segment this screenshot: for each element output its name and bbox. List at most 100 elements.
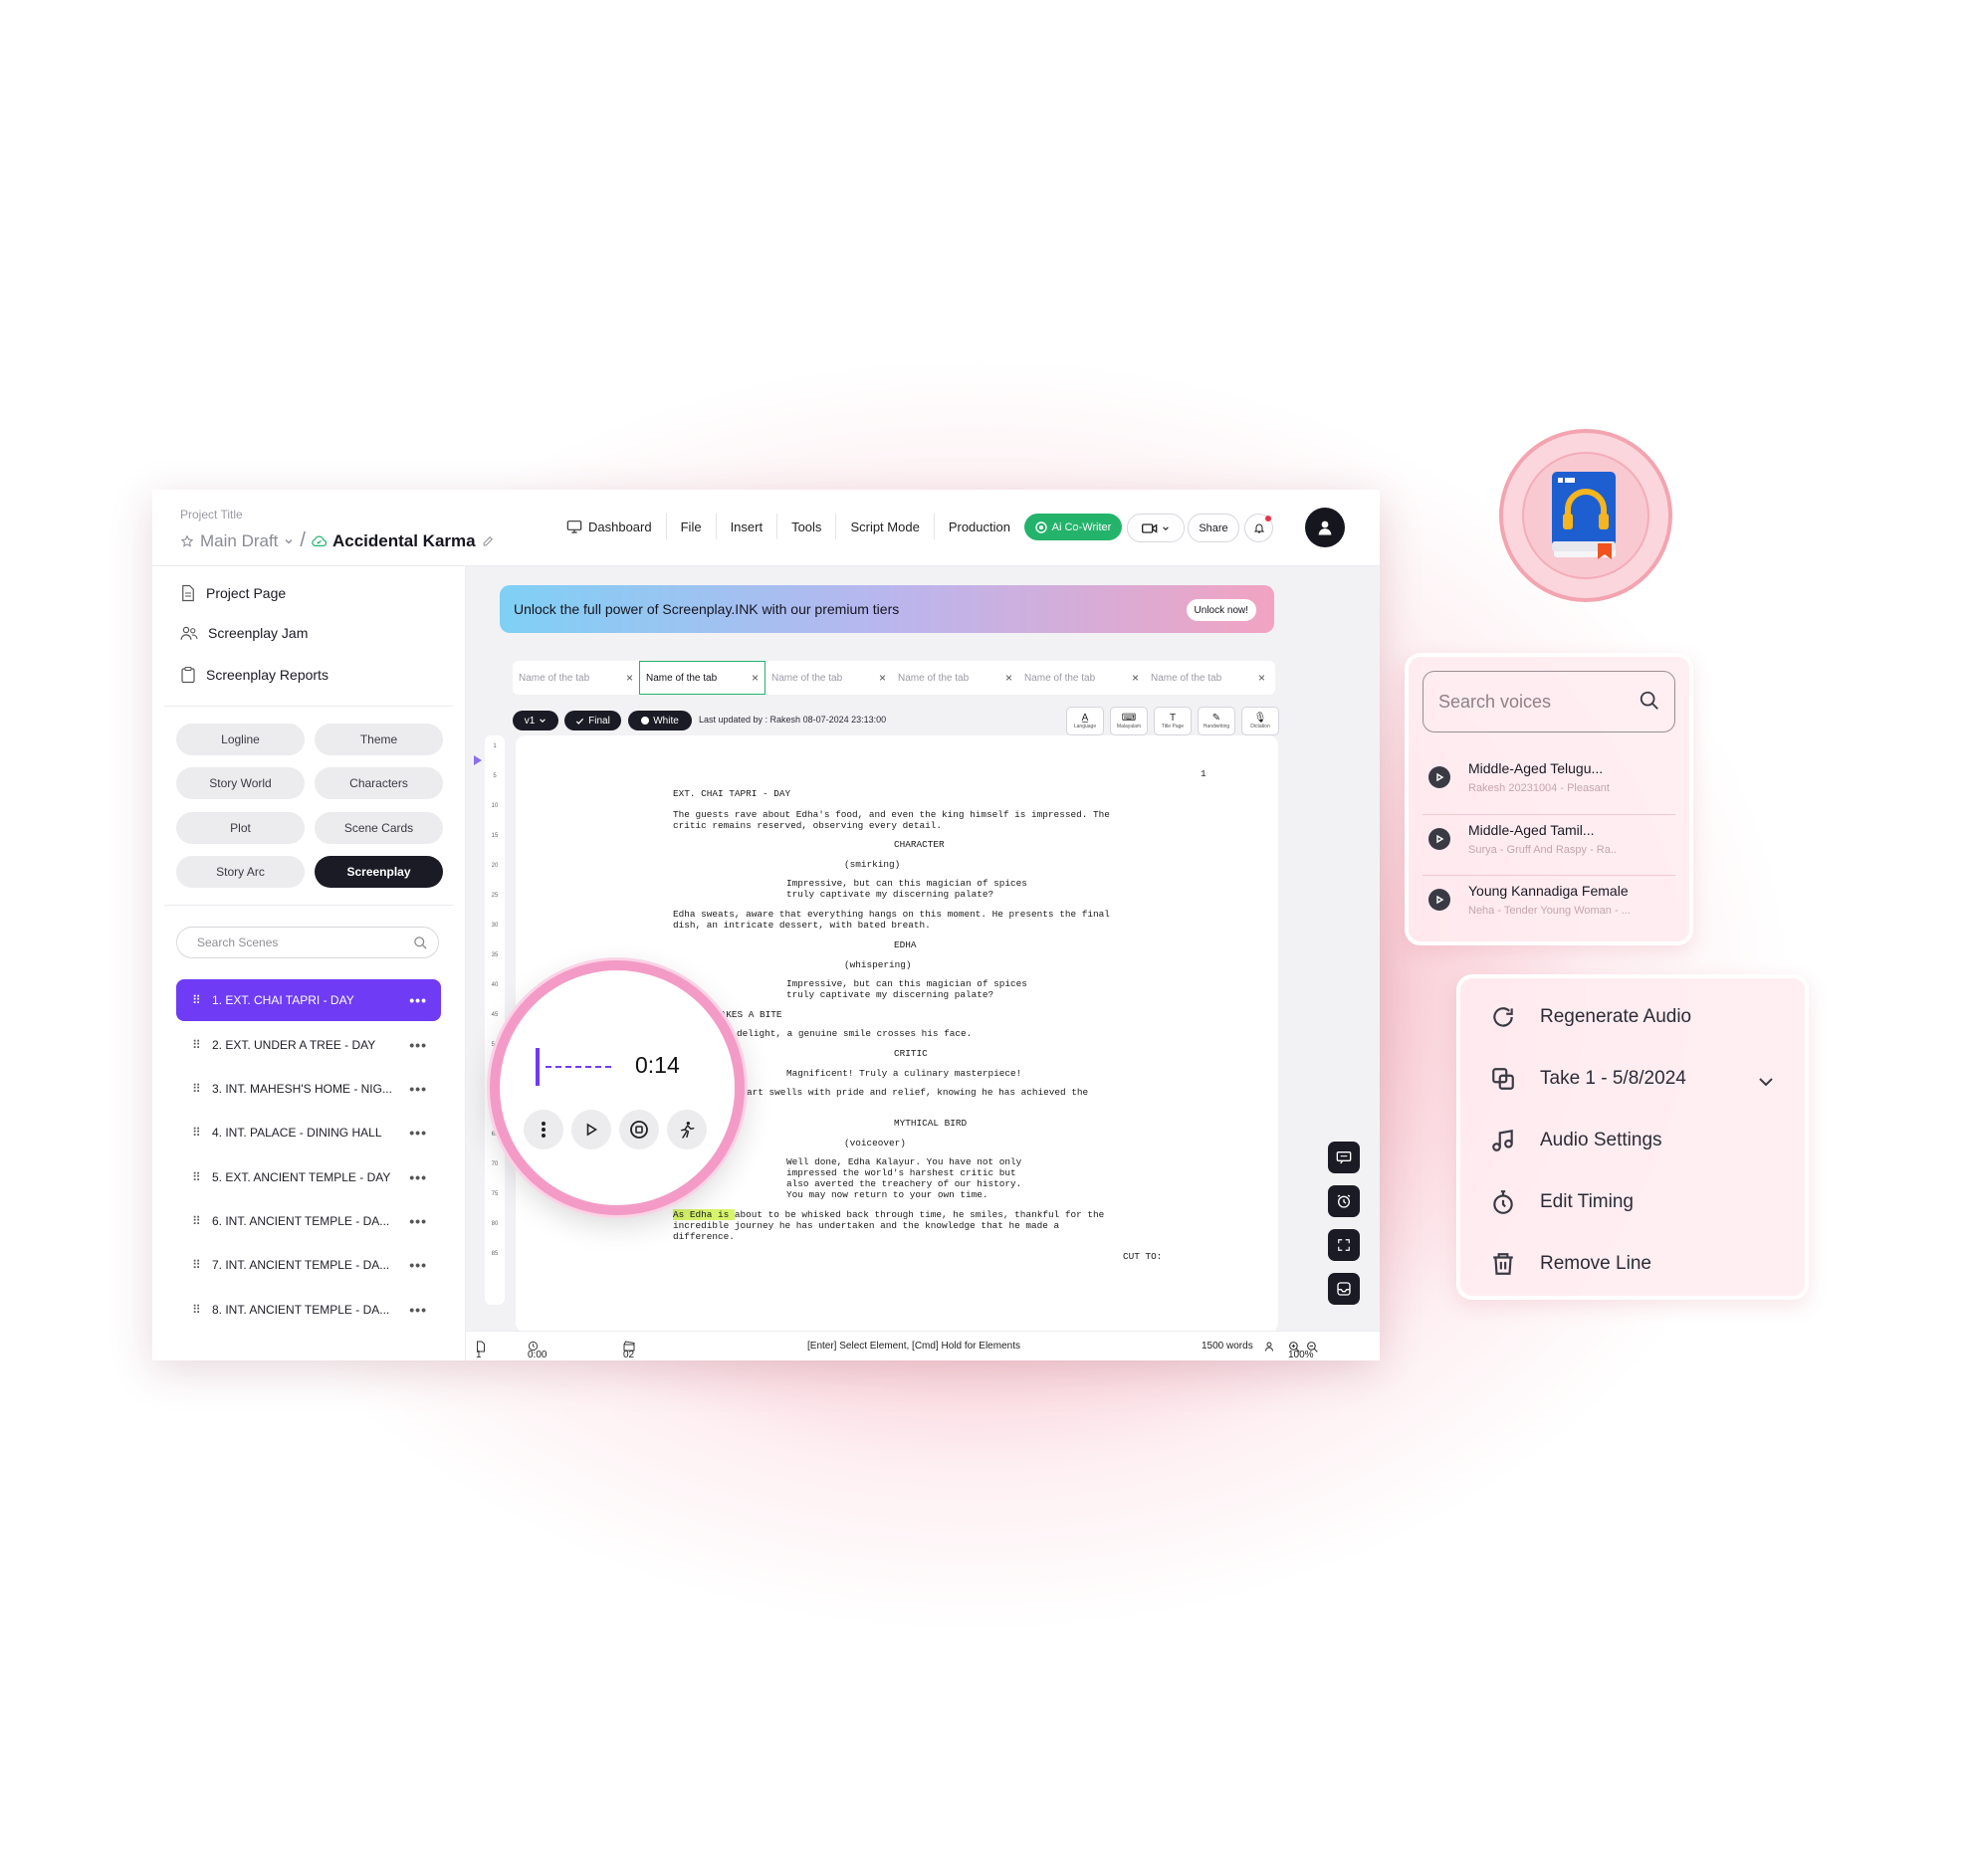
title-page-tool[interactable]: T Title Page: [1154, 707, 1192, 735]
scene-item[interactable]: ⠿ 6. INT. ANCIENT TEMPLE - DA... •••: [176, 1200, 441, 1242]
action-line[interactable]: difference.: [673, 1231, 735, 1243]
pill-story-arc[interactable]: Story Arc: [176, 856, 305, 888]
close-icon[interactable]: ×: [879, 671, 886, 685]
pill-story-world[interactable]: Story World: [176, 767, 305, 799]
pill-plot[interactable]: Plot: [176, 812, 305, 844]
dialogue-line[interactable]: truly captivate my discerning palate?: [786, 989, 993, 1001]
pill-scene-cards[interactable]: Scene Cards: [315, 812, 443, 844]
dialogue-line[interactable]: Well done, Edha Kalayur. You have not on…: [786, 1156, 1021, 1168]
stop-button[interactable]: [619, 1110, 659, 1149]
action-line[interactable]: As Edha is about to be whisked back thro…: [673, 1209, 1104, 1221]
collaborators-button[interactable]: [1264, 1341, 1276, 1353]
more-options-icon[interactable]: •••: [409, 1213, 427, 1229]
inbox-tool[interactable]: [1328, 1273, 1360, 1305]
nav-file[interactable]: File: [667, 514, 717, 539]
play-preview-icon[interactable]: [1428, 828, 1450, 850]
character-name[interactable]: EDHA: [894, 939, 917, 951]
tab-active[interactable]: Name of the tab ×: [639, 661, 766, 695]
drag-handle-icon[interactable]: ⠿: [192, 1126, 202, 1140]
drag-handle-icon[interactable]: ⠿: [192, 1303, 202, 1317]
pill-theme[interactable]: Theme: [315, 724, 443, 755]
status-final-chip[interactable]: Final: [564, 711, 621, 730]
dictation-tool[interactable]: 🎙 Dictation: [1241, 707, 1279, 735]
playhead-cursor[interactable]: [536, 1048, 540, 1086]
scene-item[interactable]: ⠿ 1. EXT. CHAI TAPRI - DAY •••: [176, 979, 441, 1021]
audio-settings-item[interactable]: Audio Settings: [1490, 1128, 1662, 1153]
transition[interactable]: CUT TO:: [1123, 1251, 1162, 1263]
version-selector[interactable]: v1: [513, 711, 558, 730]
action-line[interactable]: art swells with pride and relief, knowin…: [747, 1087, 1088, 1099]
parenthetical[interactable]: (smirking): [844, 859, 900, 871]
scene-item[interactable]: ⠿ 4. INT. PALACE - DINING HALL •••: [176, 1112, 441, 1153]
run-mode-button[interactable]: [667, 1110, 707, 1149]
nav-dashboard[interactable]: Dashboard: [552, 514, 667, 539]
nav-tools[interactable]: Tools: [777, 514, 837, 539]
parenthetical[interactable]: (whispering): [844, 959, 912, 971]
share-button[interactable]: Share: [1188, 514, 1239, 542]
language-tool[interactable]: A̲ Language: [1066, 707, 1104, 735]
chevron-down-icon[interactable]: [284, 536, 294, 546]
dialogue-line[interactable]: truly captivate my discerning palate?: [786, 889, 993, 901]
drag-handle-icon[interactable]: ⠿: [192, 1214, 202, 1228]
close-icon[interactable]: ×: [752, 671, 759, 685]
dialogue-line[interactable]: also averted the treachery of our histor…: [786, 1178, 1021, 1190]
scene-item[interactable]: ⠿ 7. INT. ANCIENT TEMPLE - DA... •••: [176, 1244, 441, 1286]
user-avatar[interactable]: [1305, 508, 1345, 547]
malayalam-keyboard-tool[interactable]: ⌨ Malayalam: [1110, 707, 1148, 735]
play-preview-icon[interactable]: [1428, 889, 1450, 911]
tab[interactable]: Name of the tab ×: [513, 661, 639, 695]
close-icon[interactable]: ×: [626, 671, 633, 685]
tab[interactable]: Name of the tab ×: [766, 661, 892, 695]
close-icon[interactable]: ×: [1258, 671, 1265, 685]
character-name[interactable]: CHARACTER: [894, 839, 945, 851]
parenthetical[interactable]: (voiceover): [844, 1138, 906, 1149]
highlighted-text[interactable]: As Edha is: [673, 1209, 735, 1220]
play-preview-icon[interactable]: [1428, 766, 1450, 788]
more-options-icon[interactable]: •••: [409, 1257, 427, 1273]
nav-insert[interactable]: Insert: [717, 514, 778, 539]
dialogue-line[interactable]: Impressive, but can this magician of spi…: [786, 978, 1027, 990]
fullscreen-tool[interactable]: [1328, 1229, 1360, 1261]
chevron-down-icon[interactable]: [1757, 1073, 1775, 1091]
more-options-icon[interactable]: •••: [409, 1037, 427, 1053]
pill-logline[interactable]: Logline: [176, 724, 305, 755]
scene-item[interactable]: ⠿ 5. EXT. ANCIENT TEMPLE - DAY •••: [176, 1156, 441, 1198]
sidebar-screenplay-reports[interactable]: Screenplay Reports: [180, 666, 328, 684]
dialogue-line[interactable]: Impressive, but can this magician of spi…: [786, 878, 1027, 890]
take-selector[interactable]: Take 1 - 5/8/2024: [1490, 1066, 1686, 1092]
more-options-icon[interactable]: •••: [409, 1302, 427, 1318]
scene-item[interactable]: ⠿ 2. EXT. UNDER A TREE - DAY •••: [176, 1024, 441, 1066]
star-icon[interactable]: [180, 534, 194, 548]
scene-item[interactable]: ⠿ 8. INT. ANCIENT TEMPLE - DA... •••: [176, 1289, 441, 1331]
search-scenes-input[interactable]: Search Scenes: [176, 927, 439, 958]
action-line[interactable]: delight, a genuine smile crosses his fac…: [737, 1028, 972, 1040]
draft-selector[interactable]: Main Draft: [200, 531, 278, 551]
more-options-icon[interactable]: •••: [409, 1081, 427, 1097]
tab[interactable]: Name of the tab ×: [1145, 661, 1271, 695]
nav-script-mode[interactable]: Script Mode: [836, 514, 935, 539]
more-options-icon[interactable]: •••: [409, 1125, 427, 1141]
play-button[interactable]: [571, 1110, 611, 1149]
scene-heading[interactable]: EXT. CHAI TAPRI - DAY: [673, 788, 790, 800]
search-voices-input[interactable]: Search voices: [1423, 671, 1675, 732]
action-line[interactable]: critic remains reserved, observing every…: [673, 820, 942, 832]
sidebar-screenplay-jam[interactable]: Screenplay Jam: [180, 625, 308, 641]
sidebar-project-page[interactable]: Project Page: [180, 584, 286, 602]
comments-tool[interactable]: [1328, 1142, 1360, 1173]
audio-progress-track[interactable]: [546, 1066, 611, 1068]
drag-handle-icon[interactable]: ⠿: [192, 1170, 202, 1184]
revision-color-chip[interactable]: White: [628, 711, 692, 730]
action-line[interactable]: Edha sweats, aware that everything hangs…: [673, 909, 1110, 921]
drag-handle-icon[interactable]: ⠿: [192, 993, 202, 1007]
unlock-now-button[interactable]: Unlock now!: [1186, 599, 1256, 621]
tab[interactable]: Name of the tab ×: [1018, 661, 1145, 695]
drag-handle-icon[interactable]: ⠿: [192, 1258, 202, 1272]
nav-production[interactable]: Production: [935, 514, 1024, 539]
pill-characters[interactable]: Characters: [315, 767, 443, 799]
dialogue-line[interactable]: Magnificent! Truly a culinary masterpiec…: [786, 1068, 1021, 1080]
dialogue-line[interactable]: You may now return to your own time.: [786, 1189, 988, 1201]
notifications-button[interactable]: [1244, 514, 1273, 542]
action-line[interactable]: dish, an intricate dessert, with bated b…: [673, 920, 931, 932]
character-name[interactable]: MYTHICAL BIRD: [894, 1118, 967, 1130]
more-options-icon[interactable]: •••: [409, 1169, 427, 1185]
